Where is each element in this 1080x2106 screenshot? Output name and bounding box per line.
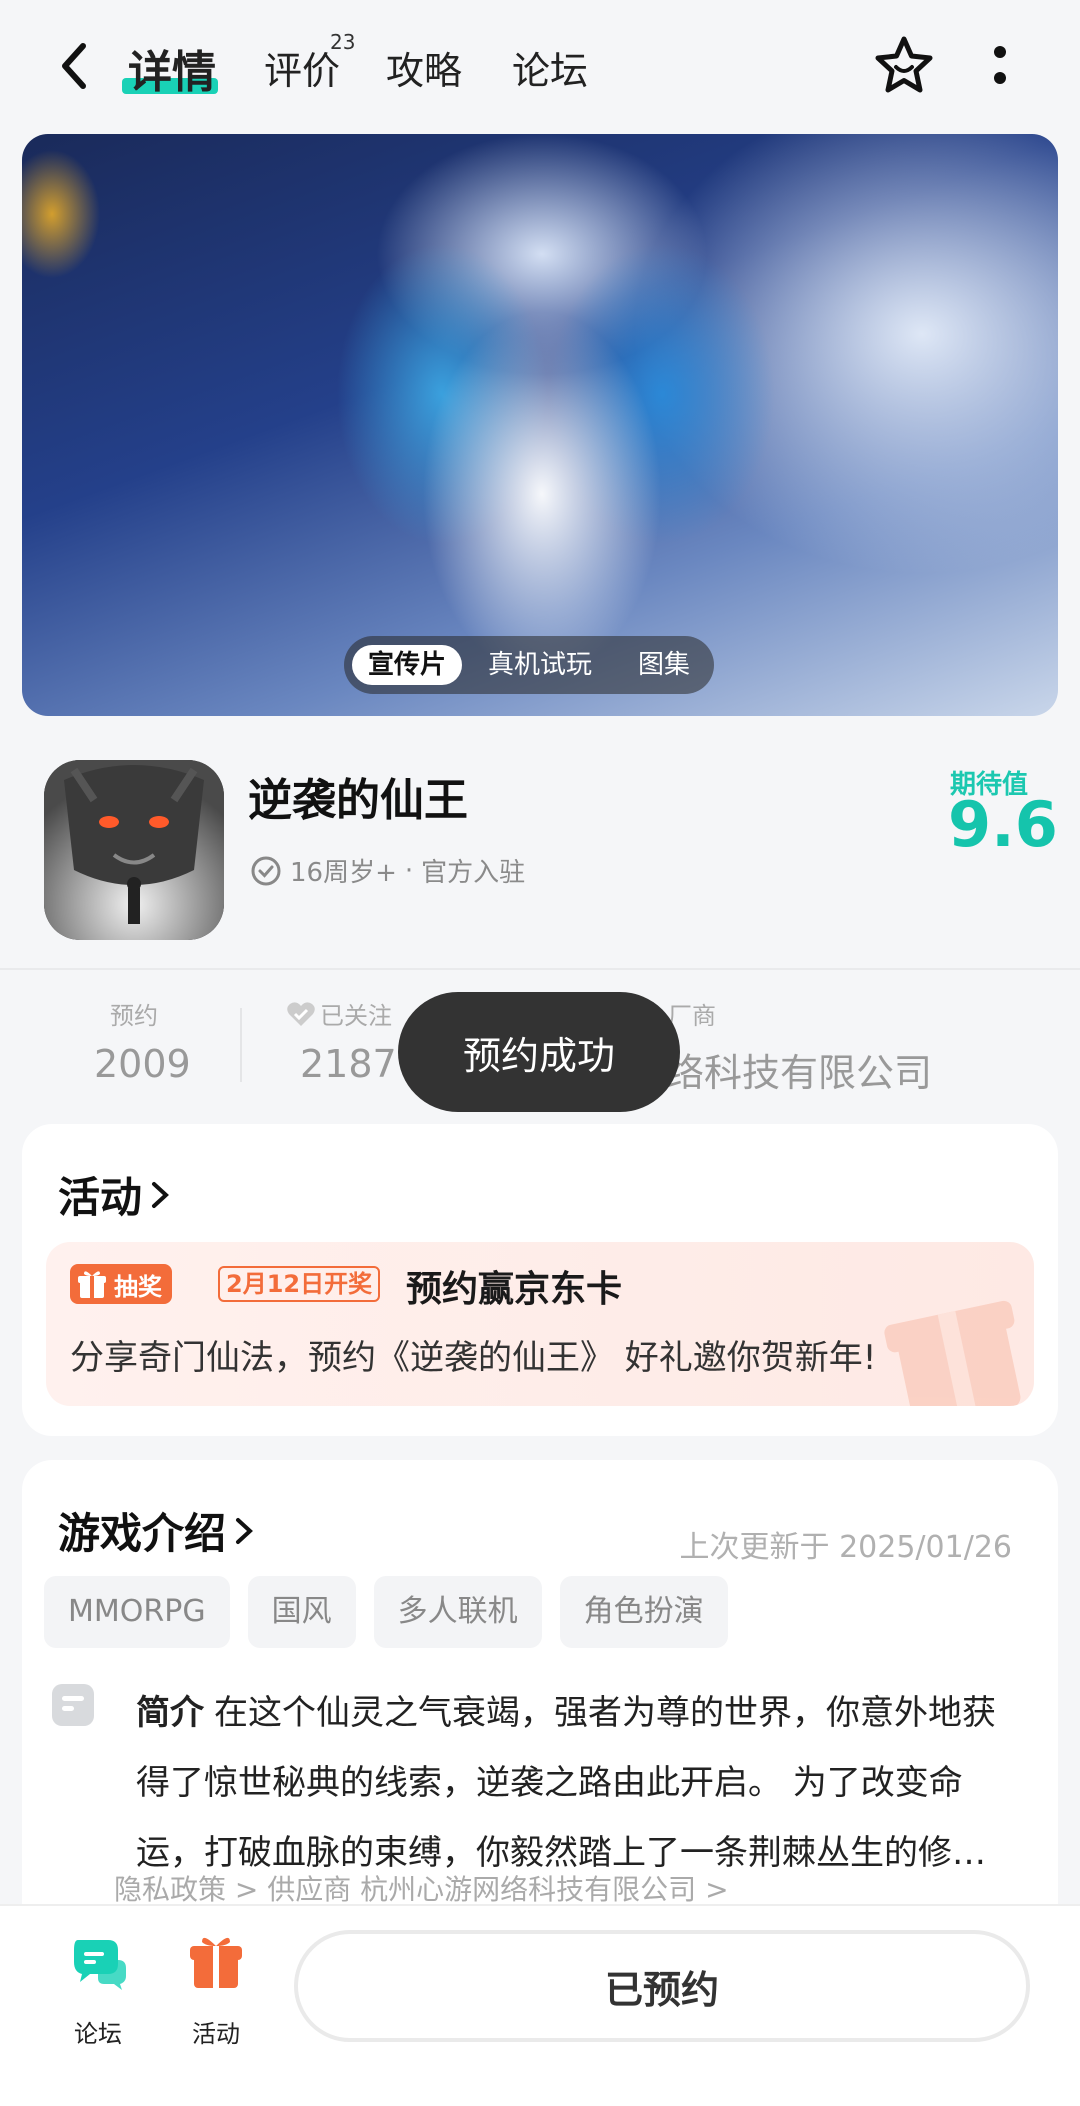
expectation-score: 9.6: [948, 788, 1058, 861]
gift-icon: [78, 1271, 106, 1298]
lottery-date: 2月12日开奖: [218, 1266, 381, 1302]
tab-forum[interactable]: 论坛: [512, 40, 588, 95]
activity-card: 活动 抽奖 2月12日开奖 预约赢京东卡 分享奇门仙法，预约《逆袭的仙王》 好礼…: [22, 1124, 1058, 1436]
game-tags: MMORPG 国风 多人联机 角色扮演: [44, 1576, 728, 1648]
stats-separator: [240, 1008, 242, 1082]
gift-icon: [190, 1937, 242, 1988]
reserved-button[interactable]: 已预约: [294, 1930, 1030, 2042]
favorite-star-icon[interactable]: [872, 34, 936, 98]
official-label: 官方入驻: [421, 858, 526, 888]
section-divider: [0, 968, 1080, 970]
tab-guides[interactable]: 攻略: [386, 40, 462, 95]
back-arrow-icon[interactable]: [52, 38, 96, 94]
bottom-action-bar: 论坛 活动 已预约: [0, 1904, 1080, 2106]
tag-guofeng[interactable]: 国风: [247, 1576, 356, 1648]
media-tab-gallery[interactable]: 图集: [622, 645, 706, 685]
vendor-name[interactable]: 络科技有限公司: [666, 1042, 932, 1097]
privacy-vendor-links[interactable]: 隐私政策 > 供应商 杭州心游网络科技有限公司 >: [114, 1868, 729, 1908]
media-switcher: 宣传片 真机试玩 图集: [344, 636, 714, 694]
tab-details[interactable]: 详情: [128, 36, 216, 100]
intro-body: 在这个仙灵之气衰竭，强者为尊的世界，你意外地获得了惊世秘典的线索，逆袭之路由此开…: [136, 1693, 996, 1873]
intro-text[interactable]: 简介 在这个仙灵之气衰竭，强者为尊的世界，你意外地获得了惊世秘典的线索，逆袭之路由…: [136, 1678, 1016, 1888]
chevron-right-icon: [236, 1517, 253, 1544]
tag-rpg[interactable]: 角色扮演: [559, 1576, 728, 1648]
game-title: 逆袭的仙王: [248, 775, 468, 826]
intro-label: 简介: [136, 1693, 204, 1733]
more-options-icon[interactable]: [990, 44, 1010, 90]
promo-video-banner[interactable]: [22, 134, 1058, 716]
bottom-activity-button[interactable]: 活动: [166, 1932, 266, 2049]
game-meta: 16周岁+ · 官方入驻: [250, 852, 525, 889]
media-tab-gameplay[interactable]: 真机试玩: [472, 645, 608, 685]
tag-mmorpg[interactable]: MMORPG: [44, 1576, 230, 1648]
forum-label: 论坛: [74, 2020, 122, 2048]
vendor-label: 厂商: [668, 1002, 716, 1030]
heart-check-icon: [287, 1001, 315, 1026]
activity-section-title[interactable]: 活动: [58, 1164, 172, 1225]
meta-dot: ·: [404, 855, 414, 886]
reviews-count-badge: 23: [330, 30, 356, 54]
media-tab-trailer[interactable]: 宣传片: [352, 645, 463, 685]
bottom-forum-button[interactable]: 论坛: [48, 1932, 148, 2049]
toast-message: 预约成功: [398, 992, 680, 1112]
tag-multiplayer[interactable]: 多人联机: [373, 1576, 542, 1648]
tab-reviews[interactable]: 评价: [264, 40, 340, 95]
promo-title: 预约赢京东卡: [406, 1269, 623, 1310]
gift-decoration-icon: [884, 1300, 1021, 1406]
forum-chat-icon: [74, 1940, 126, 1990]
document-icon: [52, 1684, 94, 1726]
lottery-promo-banner[interactable]: 抽奖 2月12日开奖 预约赢京东卡 分享奇门仙法，预约《逆袭的仙王》 好礼邀你贺…: [46, 1242, 1034, 1406]
game-app-icon: [44, 760, 224, 940]
follow-label: 已关注: [286, 996, 392, 1031]
follow-count-value: 2187: [300, 1042, 397, 1086]
promo-description: 分享奇门仙法，预约《逆袭的仙王》 好礼邀你贺新年!: [70, 1338, 877, 1378]
reserve-count-label: 预约: [110, 1002, 158, 1030]
last-updated-text: 上次更新于 2025/01/26: [679, 1530, 1012, 1565]
chevron-right-icon: [152, 1181, 169, 1208]
age-rating: 16周岁+: [290, 858, 397, 888]
intro-section-title[interactable]: 游戏介绍: [58, 1500, 256, 1561]
activity-label: 活动: [192, 2020, 240, 2048]
reserve-count-value: 2009: [94, 1042, 191, 1086]
top-nav-bar: 详情 评价 23 攻略 论坛: [0, 0, 1080, 134]
lottery-tag: 抽奖: [70, 1264, 172, 1304]
verified-check-icon: [251, 856, 281, 885]
